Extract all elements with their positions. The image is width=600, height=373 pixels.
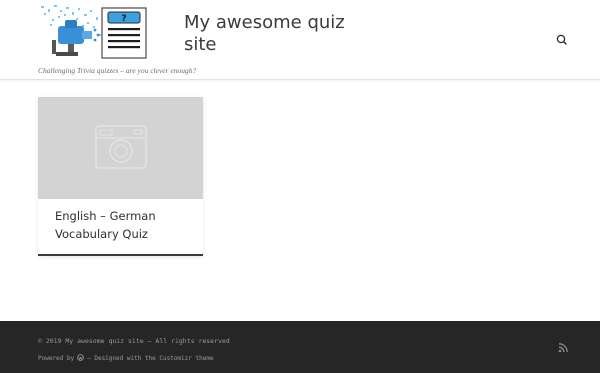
post-card[interactable]: English – German Vocabulary Quiz <box>38 97 203 256</box>
quiz-logo-image: ? <box>41 5 147 59</box>
search-icon[interactable] <box>553 31 571 49</box>
post-title-link[interactable]: English – German Vocabulary Quiz <box>55 208 195 243</box>
footer-credits: Powered by – Designed with the Customizr… <box>38 354 214 363</box>
site-title-link[interactable]: My awesome quiz site <box>184 12 354 56</box>
camera-placeholder-icon <box>95 125 147 169</box>
site-footer: © 2019 My awesome quiz site – All rights… <box>0 321 600 373</box>
powered-by-label: Powered by <box>38 355 75 362</box>
footer-copyright: © 2019 My awesome quiz site – All rights… <box>38 337 230 345</box>
post-thumbnail[interactable] <box>38 97 203 199</box>
site-tagline: Challenging Trivia quizzes – are you cle… <box>38 66 197 75</box>
wordpress-icon[interactable] <box>77 354 84 363</box>
designed-with-link[interactable]: – Designed with the Customizr theme <box>87 355 213 362</box>
svg-text:?: ? <box>121 14 126 24</box>
site-logo[interactable]: ? <box>38 4 150 62</box>
rss-icon[interactable] <box>558 340 569 353</box>
site-header: ? My awesome quiz site Challenging Trivi… <box>0 0 600 80</box>
